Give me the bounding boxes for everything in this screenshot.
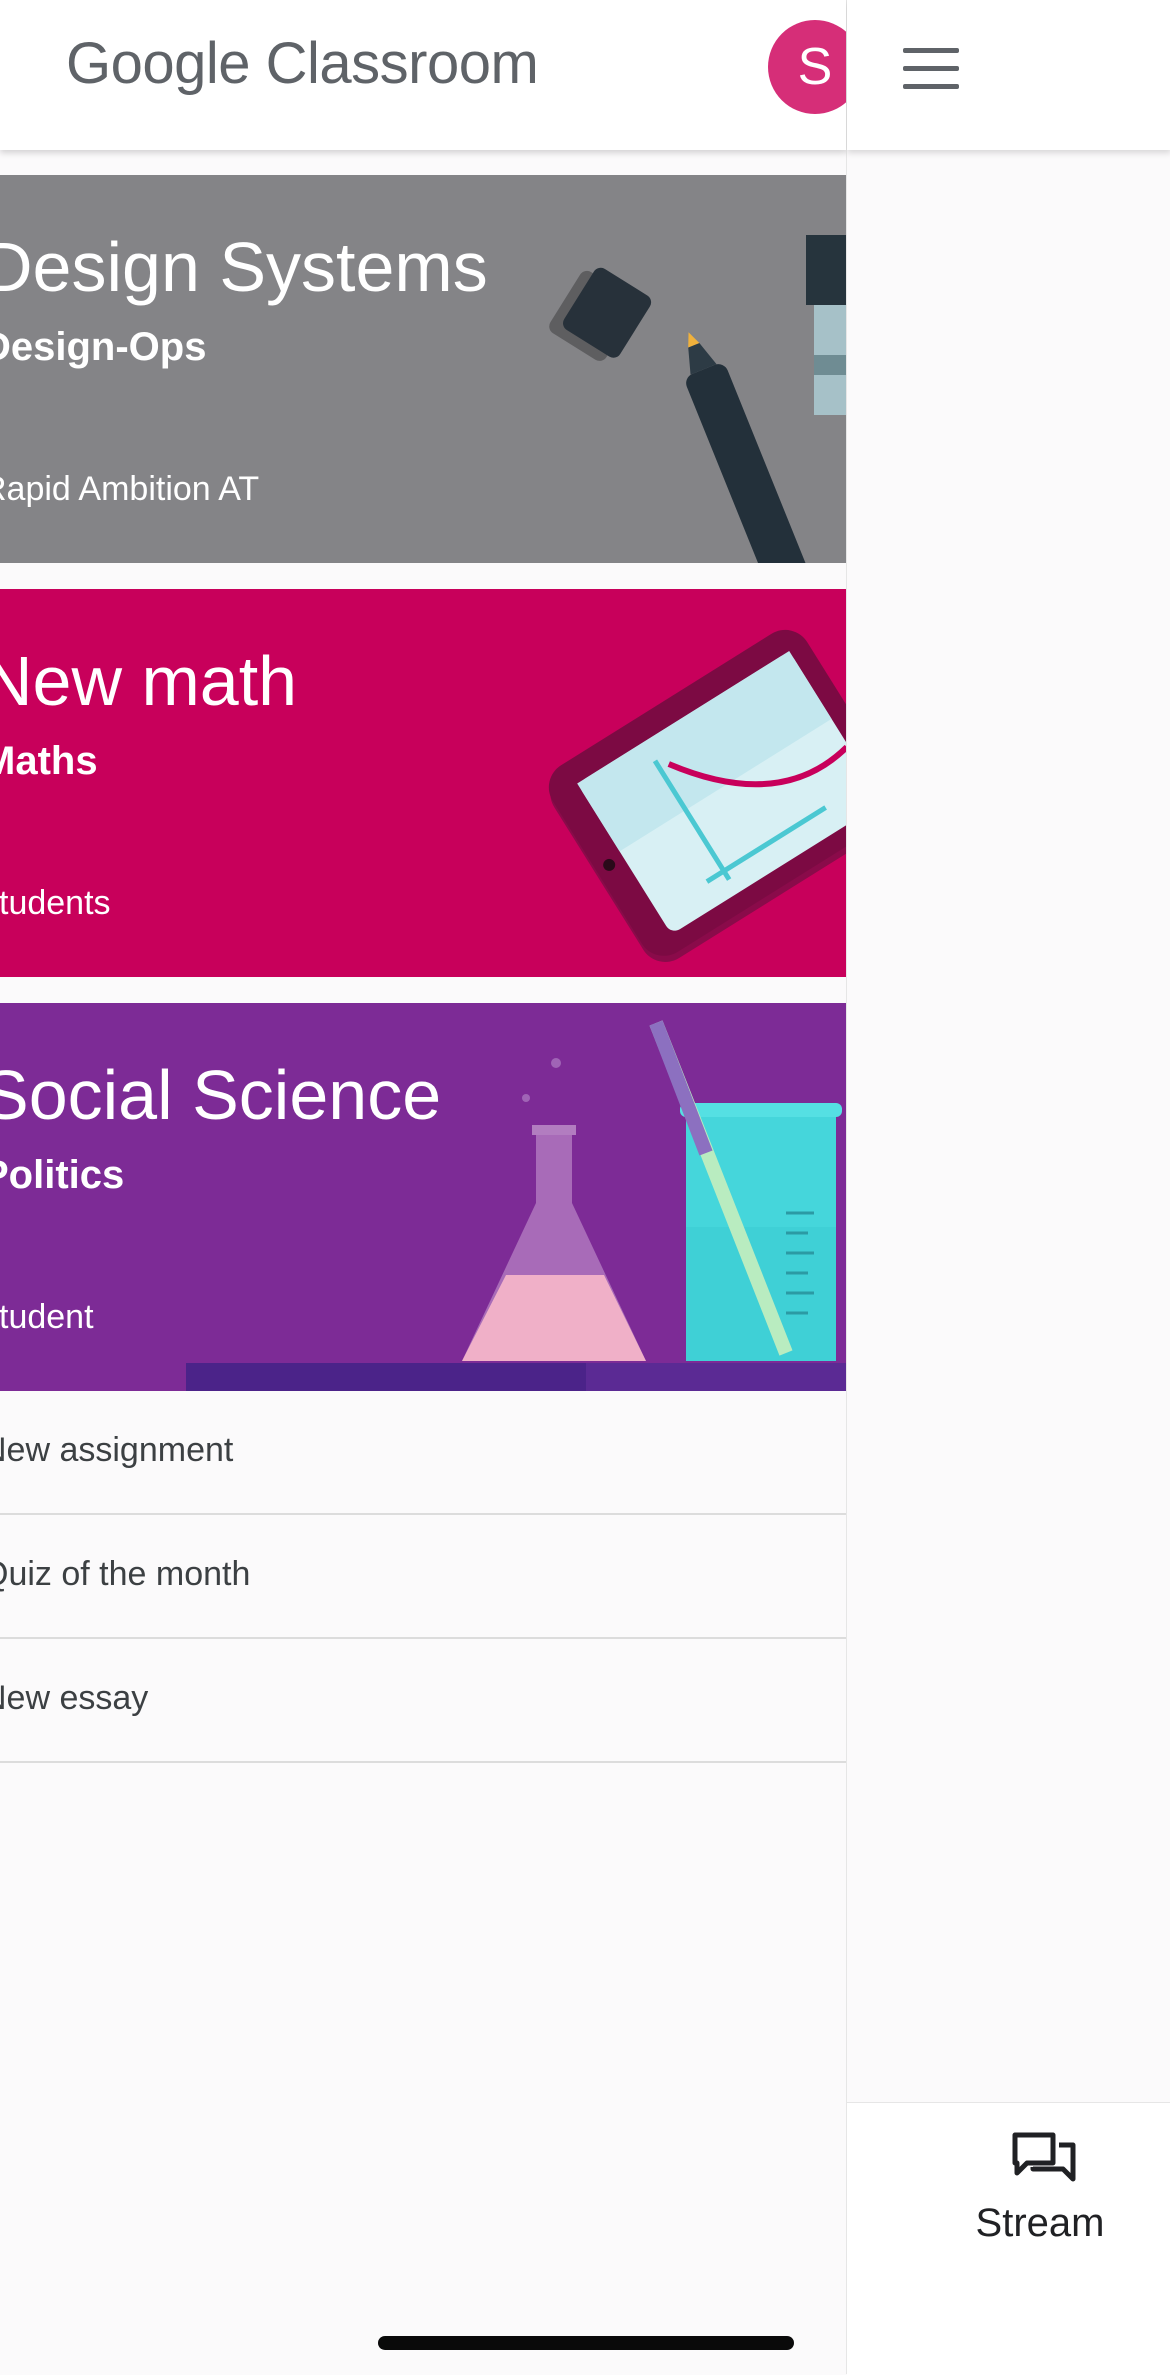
task-item[interactable]: Quiz of the month — [0, 1515, 846, 1639]
task-item[interactable]: New assignment — [0, 1391, 846, 1515]
stream-label: Stream — [975, 2201, 1105, 2245]
class-title: Social Science — [0, 1056, 442, 1134]
task-label: New essay — [0, 1679, 149, 1717]
class-card-design-systems[interactable]: Design Systems Design-Ops Rapid Ambition… — [0, 175, 846, 563]
side-panel-header — [847, 0, 1170, 150]
pen-illustration — [549, 235, 846, 563]
side-panel: Stream — [846, 0, 1170, 2375]
task-label: Quiz of the month — [0, 1555, 251, 1593]
top-app-bar: Google Classroom S — [0, 0, 846, 150]
class-title: New math — [0, 642, 298, 720]
home-indicator — [378, 2336, 794, 2350]
class-section: Design-Ops — [0, 325, 207, 369]
class-section: Maths — [0, 739, 98, 783]
class-card-social-science[interactable]: Social Science Politics student — [0, 1003, 846, 1391]
classes-view: Google Classroom S Design Systems Design… — [0, 0, 846, 2374]
app-logo[interactable]: Google Classroom — [66, 30, 539, 97]
task-item[interactable]: New essay — [0, 1639, 846, 1763]
class-section: Politics — [0, 1153, 125, 1197]
account-avatar[interactable]: S — [768, 20, 846, 114]
tablet-illustration — [548, 629, 846, 962]
hamburger-menu-icon[interactable] — [903, 48, 959, 90]
stream-nav-button[interactable]: Stream — [847, 2102, 1170, 2375]
class-card-new-math[interactable]: New math Maths students — [0, 589, 846, 977]
class-title: Design Systems — [0, 228, 488, 306]
logo-product: Classroom — [265, 31, 539, 96]
class-meta: students — [0, 884, 111, 922]
stream-icon — [1012, 2132, 1076, 2182]
class-meta: student — [0, 1298, 94, 1336]
logo-google: Google — [66, 31, 251, 96]
class-meta: Rapid Ambition AT — [0, 470, 260, 508]
task-label: New assignment — [0, 1431, 234, 1469]
